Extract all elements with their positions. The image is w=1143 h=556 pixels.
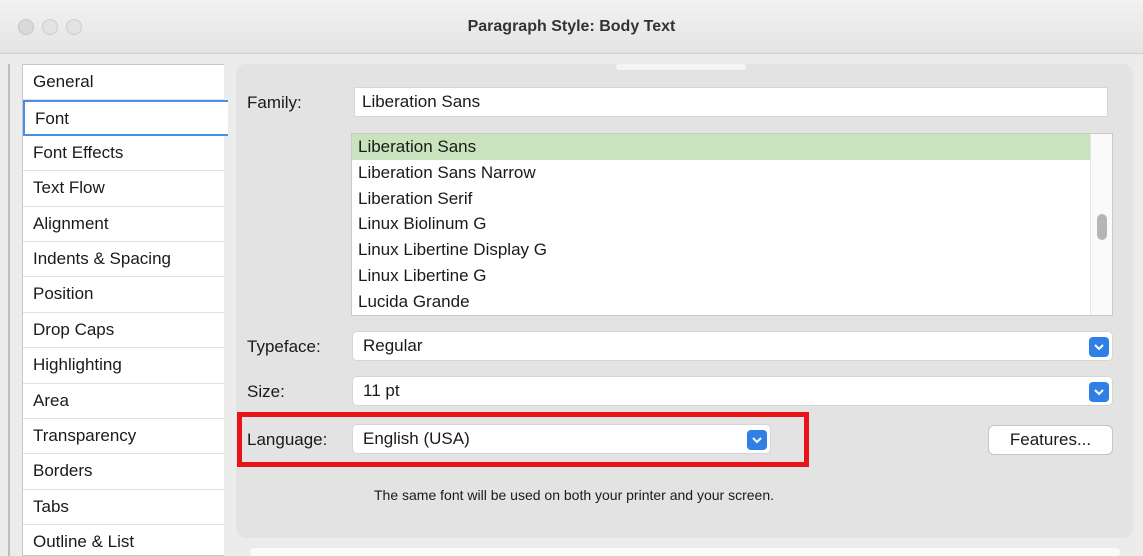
features-button[interactable]: Features... [988,425,1113,455]
tab-position[interactable]: Position [23,277,224,313]
font-list-scrollbar[interactable] [1090,134,1112,315]
tab-general[interactable]: General [23,65,224,101]
font-list-item[interactable]: Linux Biolinum G [352,211,1112,237]
typeface-label: Typeface: [247,337,321,356]
bottom-strip [250,548,1120,556]
typeface-value: Regular [363,336,423,355]
font-list-item[interactable]: Liberation Serif [352,186,1112,212]
scrollbar-thumb[interactable] [1097,214,1107,240]
window-title: Paragraph Style: Body Text [467,18,676,35]
font-family-list[interactable]: Liberation Sans Liberation Sans Narrow L… [351,133,1113,316]
tab-area[interactable]: Area [23,384,224,419]
family-input[interactable]: Liberation Sans [354,87,1108,117]
tab-outline-list[interactable]: Outline & List [23,525,224,556]
language-select[interactable]: English (USA) [352,424,771,454]
tab-indents-spacing[interactable]: Indents & Spacing [23,242,224,278]
tab-text-flow[interactable]: Text Flow [23,171,224,207]
language-label: Language: [247,430,328,449]
tab-font[interactable]: Font [23,100,228,136]
panel-notch [616,64,746,70]
tab-transparency[interactable]: Transparency [23,419,224,455]
chevron-down-icon[interactable] [1089,382,1109,402]
size-select[interactable]: 11 pt [352,376,1113,406]
tab-tabs[interactable]: Tabs [23,490,224,526]
size-label: Size: [247,382,285,401]
font-list-item[interactable]: Liberation Sans [352,134,1092,160]
chevron-down-icon[interactable] [1089,337,1109,357]
typeface-select[interactable]: Regular [352,331,1113,361]
size-value: 11 pt [363,381,400,400]
tab-sidebar: General Font Font Effects Text Flow Alig… [22,64,228,556]
tab-drop-caps[interactable]: Drop Caps [23,313,224,349]
font-list-item[interactable]: Liberation Sans Narrow [352,160,1112,186]
sidebar-edge [8,64,10,556]
tab-borders[interactable]: Borders [23,454,224,490]
family-label: Family: [247,93,302,112]
chevron-down-icon[interactable] [747,430,767,450]
title-bar: Paragraph Style: Body Text [0,0,1143,54]
font-list-item[interactable]: Linux Libertine G [352,263,1112,289]
tab-highlighting[interactable]: Highlighting [23,348,224,384]
font-list-item[interactable]: Lucida Grande [352,289,1112,315]
font-list-item[interactable]: Linux Libertine Display G [352,237,1112,263]
tab-font-effects[interactable]: Font Effects [23,136,224,172]
language-value: English (USA) [363,429,470,448]
tab-alignment[interactable]: Alignment [23,207,224,242]
font-note: The same font will be used on both your … [374,487,774,503]
